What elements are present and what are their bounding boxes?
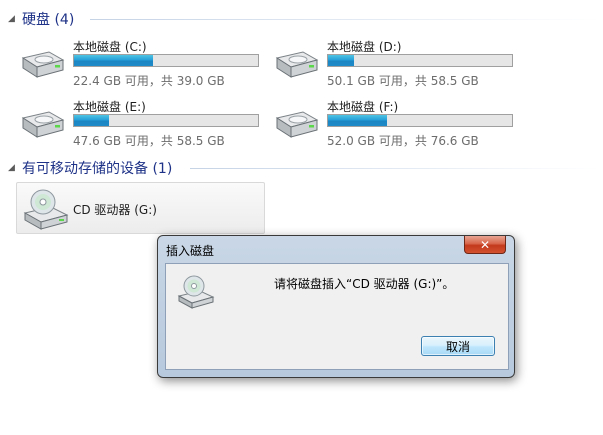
drive-space-text: 22.4 GB 可用，共 39.0 GB	[73, 74, 225, 88]
hard-drive-icon	[21, 51, 65, 78]
drive-c[interactable]: 本地磁盘 (C:) 22.4 GB 可用，共 39.0 GB	[17, 38, 267, 88]
drive-usage-bar	[73, 54, 259, 67]
hard-drive-icon	[275, 111, 319, 138]
drive-space-text: 52.0 GB 可用，共 76.6 GB	[327, 134, 479, 148]
drive-e[interactable]: 本地磁盘 (E:) 47.6 GB 可用，共 58.5 GB	[17, 98, 267, 148]
drive-name: 本地磁盘 (E:)	[73, 100, 146, 114]
dialog-body: 请将磁盘插入“CD 驱动器 (G:)”。 取消	[165, 263, 509, 370]
drive-space-text: 47.6 GB 可用，共 58.5 GB	[73, 134, 225, 148]
cd-drive-icon	[23, 189, 69, 230]
collapse-chevron-icon[interactable]: ◢	[8, 163, 20, 173]
drive-d[interactable]: 本地磁盘 (D:) 50.1 GB 可用，共 58.5 GB	[271, 38, 521, 88]
hard-disks-group-header[interactable]: ◢ 硬盘 (4)	[8, 9, 600, 29]
cd-drive-icon	[177, 275, 215, 309]
removable-group-header[interactable]: ◢ 有可移动存储的设备 (1)	[8, 158, 600, 178]
drive-name: 本地磁盘 (C:)	[73, 40, 147, 54]
drive-usage-bar	[73, 114, 259, 127]
drive-f[interactable]: 本地磁盘 (F:) 52.0 GB 可用，共 76.6 GB	[271, 98, 521, 148]
cd-drive-g[interactable]: CD 驱动器 (G:)	[16, 182, 265, 234]
hard-drive-icon	[275, 51, 319, 78]
group-divider	[190, 168, 600, 169]
group-title: 硬盘 (4)	[22, 12, 75, 28]
group-title: 有可移动存储的设备 (1)	[22, 161, 173, 177]
drive-name: 本地磁盘 (F:)	[327, 100, 399, 114]
dialog-message: 请将磁盘插入“CD 驱动器 (G:)”。	[274, 277, 455, 291]
cancel-button[interactable]: 取消	[421, 336, 495, 356]
device-name: CD 驱动器 (G:)	[73, 203, 157, 217]
drive-usage-fill	[328, 55, 354, 66]
drive-space-text: 50.1 GB 可用，共 58.5 GB	[327, 74, 479, 88]
drive-usage-bar	[327, 54, 513, 67]
drive-usage-fill	[328, 115, 387, 126]
dialog-title: 插入磁盘	[166, 244, 215, 258]
insert-disk-dialog: 插入磁盘 ✕ 请将磁盘插入“CD 驱动器 (G:)”。 取消	[157, 235, 515, 378]
collapse-chevron-icon[interactable]: ◢	[8, 14, 20, 24]
drive-usage-fill	[74, 115, 109, 126]
drive-name: 本地磁盘 (D:)	[327, 40, 402, 54]
group-divider	[90, 19, 600, 20]
drive-usage-bar	[327, 114, 513, 127]
close-button[interactable]: ✕	[464, 236, 506, 254]
drive-usage-fill	[74, 55, 154, 66]
close-icon: ✕	[479, 237, 491, 252]
hard-drive-icon	[21, 111, 65, 138]
